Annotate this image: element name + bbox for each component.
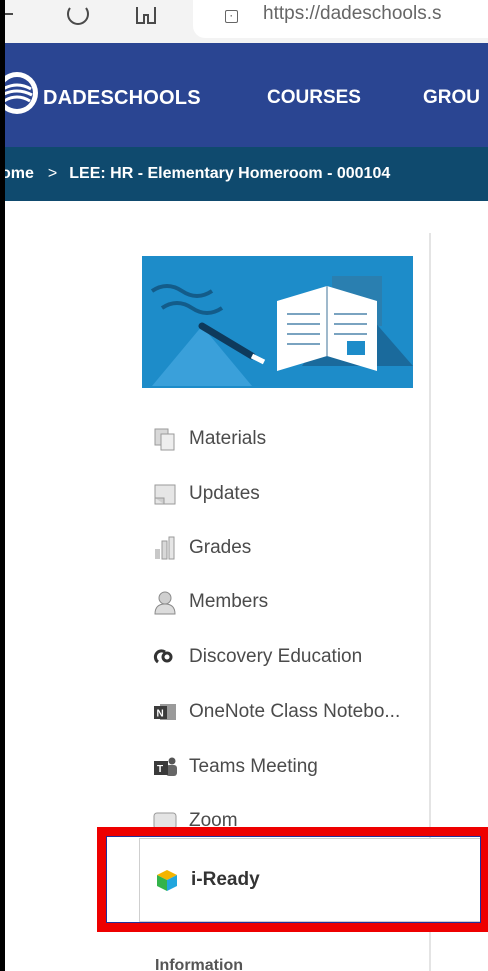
sidebar-item-label: Materials (189, 428, 267, 449)
sidebar-item-onenote[interactable]: N OneNote Class Notebo... (150, 692, 435, 732)
url-text: https://dadeschools.s (263, 3, 442, 24)
sidebar-item-zoom[interactable]: Zoom (150, 801, 435, 841)
address-bar[interactable]: · https://dadeschools.s (193, 0, 488, 38)
sidebar-item-label: Discovery Education (189, 646, 363, 667)
sidebar-item-updates[interactable]: Updates (150, 474, 435, 514)
sidebar-item-materials[interactable]: Materials (150, 419, 435, 459)
updates-icon (150, 479, 180, 509)
onenote-icon: N (150, 697, 180, 727)
dadeschools-logo-icon[interactable] (5, 71, 39, 115)
browser-toolbar: · https://dadeschools.s (5, 0, 488, 44)
materials-icon (150, 424, 180, 454)
members-icon (150, 587, 180, 617)
i-ready-cube-icon (152, 865, 182, 895)
svg-text:T: T (157, 764, 163, 775)
breadcrumb-home[interactable]: ome (5, 165, 34, 183)
sidebar-item-discovery-education[interactable]: Discovery Education (150, 637, 435, 677)
sidebar-item-teams-meeting[interactable]: T Teams Meeting (150, 747, 435, 787)
home-icon[interactable] (131, 0, 161, 30)
discovery-education-icon (150, 642, 180, 672)
breadcrumb: ome > LEE: HR - Elementary Homeroom - 00… (5, 147, 488, 201)
page: · https://dadeschools.s DADESCHOOLS COUR… (5, 0, 488, 971)
grades-icon (150, 533, 180, 563)
sidebar-item-label: Updates (189, 483, 260, 504)
sidebar-item-members[interactable]: Members (150, 582, 435, 622)
forward-icon[interactable] (5, 0, 15, 30)
site-header: DADESCHOOLS COURSES GROU (5, 43, 488, 147)
section-label-information: Information (155, 957, 243, 971)
nav-groups[interactable]: GROU (423, 87, 480, 109)
sidebar-item-grades[interactable]: Grades (150, 528, 435, 568)
site-info-icon[interactable]: · (225, 10, 238, 23)
sidebar-item-i-ready[interactable]: i-Ready (139, 838, 485, 922)
svg-text:N: N (157, 709, 164, 720)
sidebar-item-label: Zoom (189, 810, 238, 831)
refresh-icon[interactable] (63, 0, 93, 30)
breadcrumb-current[interactable]: LEE: HR - Elementary Homeroom - 000104 (69, 165, 390, 183)
sidebar-item-label: Members (189, 591, 269, 612)
sidebar-item-label: i-Ready (191, 869, 260, 890)
sidebar-item-label: Teams Meeting (189, 756, 318, 777)
site-name[interactable]: DADESCHOOLS (43, 87, 201, 110)
course-banner-illustration (142, 256, 413, 388)
sidebar-item-label: Grades (189, 537, 252, 558)
course-banner (142, 256, 413, 388)
sidebar-item-label: OneNote Class Notebo... (189, 701, 401, 722)
breadcrumb-separator: > (47, 165, 58, 182)
nav-courses[interactable]: COURSES (267, 87, 361, 109)
zoom-icon (150, 806, 180, 836)
teams-icon: T (150, 752, 180, 782)
